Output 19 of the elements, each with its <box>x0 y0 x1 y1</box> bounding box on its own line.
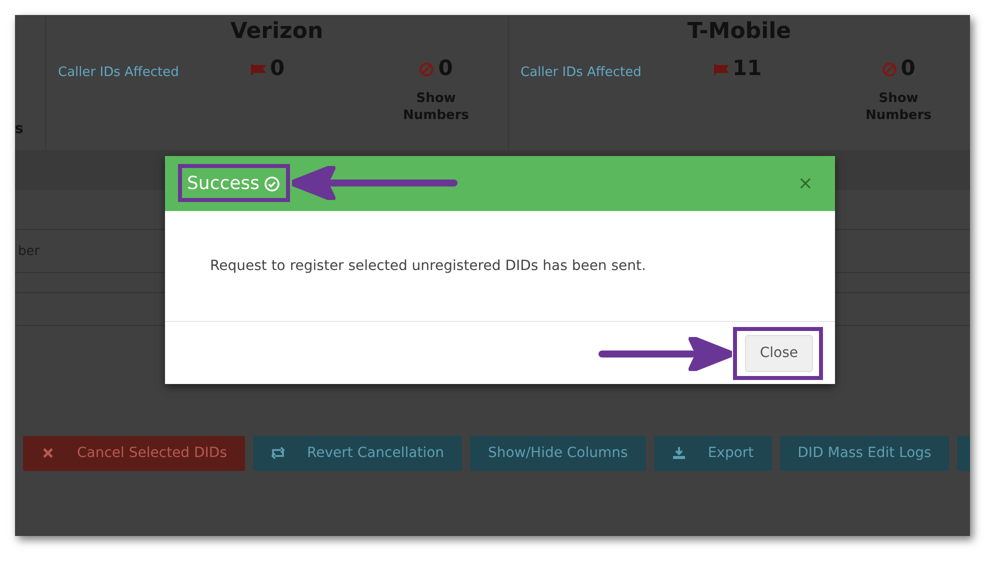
caller-ids-link[interactable]: Caller IDs Affected <box>58 65 179 80</box>
modal-title: Success <box>187 172 260 196</box>
toolbar-button[interactable]: Cancel Selected DIDs <box>23 436 246 470</box>
toolbar-button[interactable]: DID Mass Edit Logs <box>780 436 950 470</box>
toolbar-button[interactable]: Revert Cancellation <box>253 436 462 470</box>
close-button[interactable]: Close <box>744 334 813 372</box>
prohibited-icon <box>882 62 897 77</box>
check-circle-icon <box>264 176 280 192</box>
flag-icon <box>251 64 266 75</box>
download-icon <box>672 446 686 460</box>
caller-ids-link[interactable]: Caller IDs Affected <box>520 65 642 80</box>
close-icon <box>41 446 55 460</box>
prohibited-icon <box>419 62 434 77</box>
toolbar-button[interactable]: Export <box>654 436 772 470</box>
toolbar-button[interactable]: Show/Hide Columns <box>470 436 646 470</box>
retweet-icon <box>271 446 286 460</box>
modal-message: Request to register selected unregistered DIDs has been sent. <box>210 256 646 276</box>
flag-icon <box>714 64 728 75</box>
close-button[interactable]: × <box>798 170 813 197</box>
